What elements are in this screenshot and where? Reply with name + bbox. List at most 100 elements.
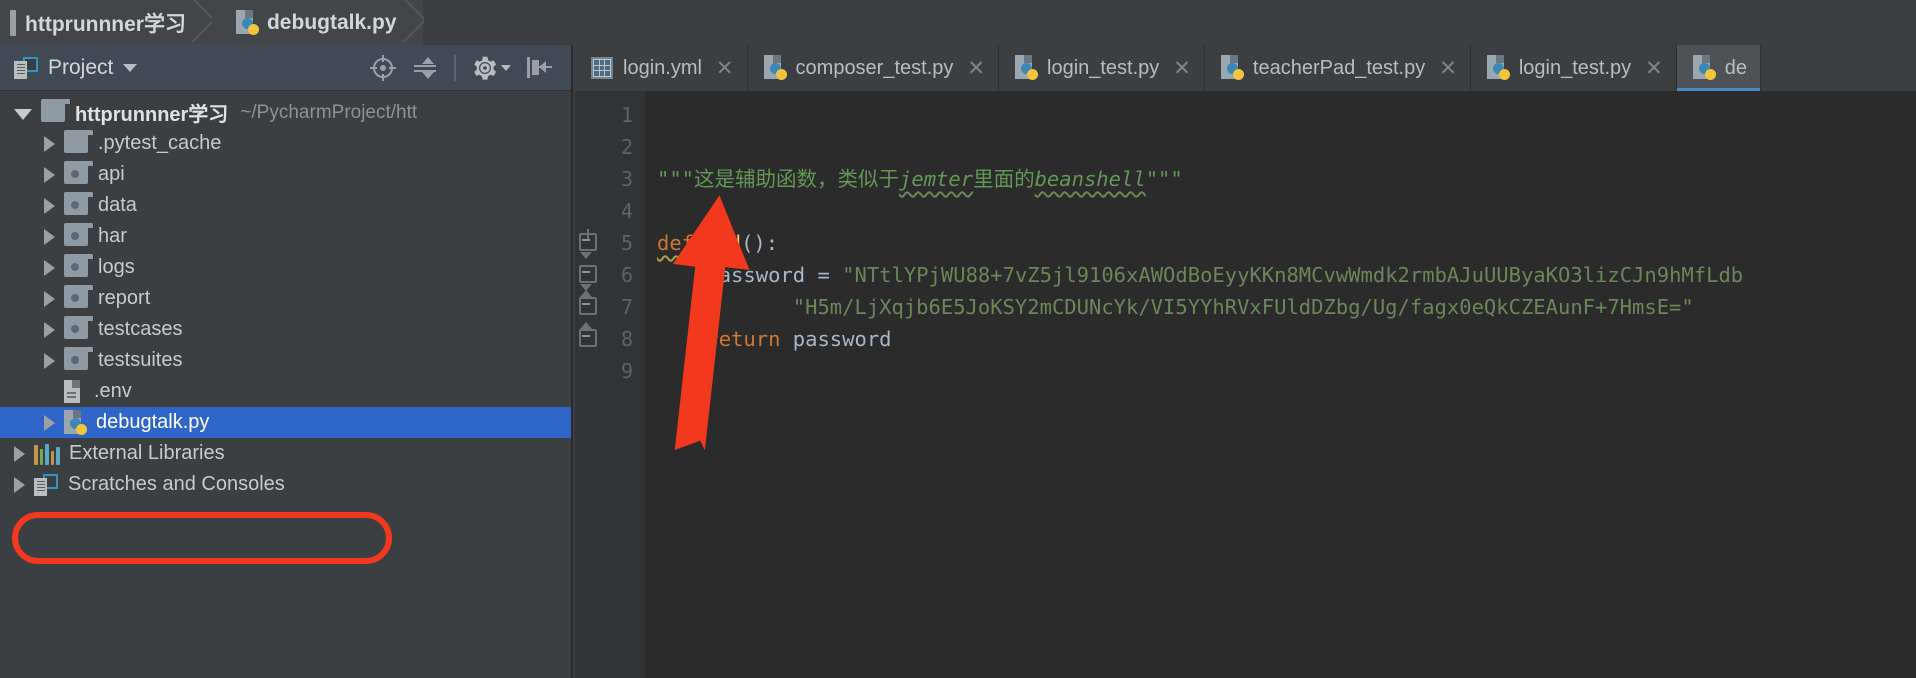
python-file-icon xyxy=(1015,55,1038,81)
docstring-close: """ xyxy=(1145,167,1183,191)
expand-arrow-icon[interactable] xyxy=(44,166,55,183)
expand-arrow-icon[interactable] xyxy=(14,445,25,462)
tree-node-logs[interactable]: logs xyxy=(0,252,571,283)
function-name: pwd xyxy=(704,231,742,255)
editor-tab-login_test-py[interactable]: login_test.py ✕ xyxy=(999,45,1205,91)
source-folder-icon xyxy=(64,192,94,215)
breadcrumb-chevron-icon xyxy=(402,0,424,45)
hide-panel-icon xyxy=(527,56,553,80)
line-number: 3 xyxy=(620,167,633,191)
python-file-icon xyxy=(1692,55,1716,81)
tree-node-report[interactable]: report xyxy=(0,283,571,314)
locate-in-tree-button[interactable] xyxy=(370,54,396,81)
tree-node-label: .env xyxy=(94,380,132,402)
docstring-word-beanshell: beanshell xyxy=(1034,167,1146,191)
folder-icon xyxy=(10,9,16,36)
editor-tab-teacherpad_test-py[interactable]: teacherPad_test.py ✕ xyxy=(1205,45,1471,91)
settings-button[interactable] xyxy=(472,55,511,81)
line-number: 2 xyxy=(620,135,633,159)
tab-label: login_test.py xyxy=(1047,56,1160,79)
editor-tab-de[interactable]: de xyxy=(1676,45,1762,91)
code-editor[interactable]: 123456789 """这是辅助函数，类似于jemter里面的beanshel xyxy=(575,91,1916,678)
fold-marker[interactable] xyxy=(579,297,597,315)
tree-node-label: External Libraries xyxy=(69,442,225,464)
tree-node--pytest_cache[interactable]: .pytest_cache xyxy=(0,128,571,159)
tree-node-har[interactable]: har xyxy=(0,221,571,252)
project-panel-title: Project xyxy=(48,55,114,79)
tab-label: teacherPad_test.py xyxy=(1252,56,1426,79)
expand-arrow-icon[interactable] xyxy=(44,321,55,338)
breadcrumb-item-file[interactable]: debugtalk.py xyxy=(211,0,424,45)
source-folder-icon xyxy=(64,347,94,370)
source-folder-icon xyxy=(64,254,94,277)
code-content[interactable]: """这是辅助函数，类似于jemter里面的beanshell""" def pw… xyxy=(645,91,1916,678)
breadcrumb-item-project[interactable]: httprunnner学习 xyxy=(0,0,212,45)
tree-node-api[interactable]: api xyxy=(0,159,571,190)
tree-node--env[interactable]: .env xyxy=(0,376,571,407)
assign-operator: = xyxy=(805,263,843,287)
code-line-string: "H5m/LjXqjb6E5JoKSY2mCDUNcYk/VI5YYhRVxFU… xyxy=(645,291,1916,323)
editor-tab-bar[interactable]: login.yml ✕ composer_test.py ✕ login_test.py… xyxy=(575,45,1916,91)
project-tree[interactable]: httprunnner学习 ~/PycharmProject/htt .pytest… xyxy=(0,91,571,500)
tab-close-icon[interactable]: ✕ xyxy=(716,58,734,79)
tab-label: login_test.py xyxy=(1518,56,1632,79)
fold-marker[interactable] xyxy=(579,233,597,251)
tab-close-icon[interactable]: ✕ xyxy=(1439,58,1457,79)
source-folder-icon xyxy=(64,223,94,246)
tree-node-label: testsuites xyxy=(98,349,183,371)
editor-tab-login-yml[interactable]: login.yml ✕ xyxy=(575,45,748,91)
tree-node-data[interactable]: data xyxy=(0,190,571,221)
expand-arrow-icon[interactable] xyxy=(44,352,55,369)
python-file-icon xyxy=(1486,55,1510,81)
tree-node-testcases[interactable]: testcases xyxy=(0,314,571,345)
tree-node-debugtalk-py[interactable]: debugtalk.py xyxy=(0,407,571,438)
tree-node-httprunnner-[interactable]: httprunnner学习 ~/PycharmProject/htt xyxy=(0,97,571,128)
tab-close-icon[interactable]: ✕ xyxy=(1645,58,1663,79)
keyword-def: def xyxy=(657,231,695,255)
tab-label: login.yml xyxy=(623,56,702,79)
project-panel-header: Project xyxy=(0,45,571,91)
expand-arrow-icon[interactable] xyxy=(44,135,55,152)
line-number-gutter: 123456789 xyxy=(575,91,645,678)
fold-marker[interactable] xyxy=(579,329,597,347)
python-file-icon xyxy=(235,9,259,36)
string-literal-part1: "NTtlYPjWU88+7vZ5jl9106xAWOdBoEyyKKn8MCv… xyxy=(842,263,1744,287)
expand-arrow-icon[interactable] xyxy=(44,290,55,307)
collapse-all-button[interactable] xyxy=(412,55,438,81)
line-number: 9 xyxy=(620,359,633,383)
docstring-text: 里面的 xyxy=(973,167,1035,191)
project-tool-window: Project httprunnner学习 ~/PycharmProject/h… xyxy=(0,45,573,678)
breadcrumb-label: httprunnner学习 xyxy=(25,12,186,36)
editor-area: login.yml ✕ composer_test.py ✕ login_test.py… xyxy=(575,0,1916,678)
fold-marker[interactable] xyxy=(579,265,597,283)
tree-node-testsuites[interactable]: testsuites xyxy=(0,345,571,376)
python-file-icon xyxy=(64,409,87,436)
chevron-down-icon[interactable] xyxy=(501,64,511,71)
expand-arrow-icon[interactable] xyxy=(44,197,55,214)
docstring-word-jemter: jemter xyxy=(899,167,974,191)
source-folder-icon xyxy=(64,316,94,339)
tree-node-external-libraries[interactable]: External Libraries xyxy=(0,438,571,469)
tree-node-label: .pytest_cache xyxy=(98,132,222,154)
expand-arrow-icon[interactable] xyxy=(44,259,55,276)
code-line-assign: password = "NTtlYPjWU88+7vZ5jl9106xAWOdB… xyxy=(645,259,1916,291)
tree-node-scratches-and-consoles[interactable]: Scratches and Consoles xyxy=(0,469,571,500)
breadcrumb-label: debugtalk.py xyxy=(266,10,397,34)
def-suffix: (): xyxy=(741,231,779,255)
hide-panel-button[interactable] xyxy=(527,56,553,80)
editor-tab-login_test-py[interactable]: login_test.py ✕ xyxy=(1471,45,1677,91)
tab-close-icon[interactable]: ✕ xyxy=(967,58,985,79)
tab-close-icon[interactable]: ✕ xyxy=(1173,58,1191,79)
expand-arrow-icon[interactable] xyxy=(44,414,55,431)
source-folder-icon xyxy=(64,285,94,308)
chevron-down-icon[interactable] xyxy=(123,63,138,72)
editor-tab-composer_test-py[interactable]: composer_test.py ✕ xyxy=(748,45,999,91)
toolbar-divider xyxy=(454,54,456,81)
tree-node-label: debugtalk.py xyxy=(96,411,210,433)
expand-arrow-icon[interactable] xyxy=(14,109,32,120)
expand-arrow-icon[interactable] xyxy=(44,228,55,245)
expand-arrow-icon[interactable] xyxy=(14,476,25,493)
string-literal-part2: "H5m/LjXqjb6E5JoKSY2mCDUNcYk/VI5YYhRVxFU… xyxy=(792,295,1694,319)
